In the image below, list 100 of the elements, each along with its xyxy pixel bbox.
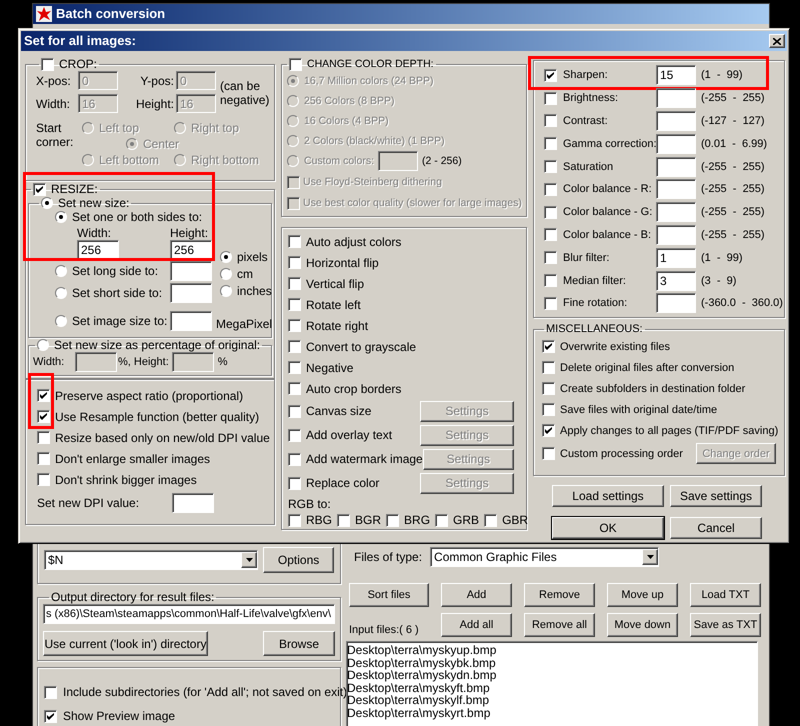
checkbox[interactable] (37, 452, 50, 465)
checkbox[interactable] (542, 403, 555, 416)
input-field[interactable]: 3 (656, 270, 696, 291)
checkbox[interactable] (544, 160, 557, 174)
checkbox[interactable] (544, 251, 557, 264)
input-field[interactable] (656, 202, 696, 222)
input-field[interactable] (172, 352, 214, 372)
file-list-item[interactable]: Desktop\terra\myskybk.bmp (347, 656, 757, 669)
input-field[interactable] (656, 156, 696, 177)
checkbox[interactable] (287, 196, 300, 210)
checkbox[interactable] (289, 58, 302, 70)
checkbox[interactable] (484, 514, 498, 526)
checkbox[interactable] (37, 473, 50, 486)
dialog-button[interactable]: Load settings (552, 485, 664, 507)
checkbox[interactable] (37, 431, 50, 444)
input-field[interactable] (170, 310, 212, 331)
checkbox[interactable] (435, 514, 448, 526)
file-button[interactable]: Add all (441, 613, 512, 637)
radio-button[interactable] (82, 154, 94, 166)
input-field[interactable] (656, 179, 696, 200)
checkbox[interactable] (288, 361, 301, 374)
input-field[interactable]: 256 (77, 240, 119, 260)
file-type-dropdown[interactable]: Common Graphic Files (430, 547, 660, 567)
file-list-item[interactable]: Desktop\terra\myskydn.bmp (347, 669, 757, 682)
file-button[interactable]: Remove all (524, 613, 595, 637)
radio-button[interactable] (287, 75, 299, 87)
checkbox[interactable] (288, 382, 301, 395)
file-button[interactable]: Load TXT (690, 583, 761, 607)
radio-button[interactable] (55, 265, 67, 278)
file-list-item[interactable]: Desktop\terra\myskylf.bmp (347, 694, 757, 706)
checkbox[interactable] (288, 256, 301, 269)
radio-button[interactable] (174, 154, 186, 166)
checkbox[interactable] (288, 428, 301, 442)
radio-button[interactable] (220, 268, 232, 280)
input-field[interactable] (172, 493, 214, 513)
radio-button[interactable] (287, 115, 299, 127)
checkbox[interactable] (544, 206, 557, 219)
input-field[interactable] (170, 282, 212, 303)
radio-button[interactable] (287, 155, 299, 167)
input-field[interactable] (656, 110, 696, 131)
checkbox[interactable] (544, 182, 557, 196)
dialog-button[interactable]: Cancel (670, 517, 762, 539)
checkbox[interactable] (288, 404, 301, 418)
dialog-button[interactable]: OK (552, 517, 664, 539)
checkbox[interactable] (386, 514, 400, 526)
checkbox[interactable] (41, 58, 54, 70)
checkbox[interactable] (544, 137, 557, 150)
radio-button[interactable] (37, 339, 49, 351)
checkbox[interactable] (542, 340, 555, 353)
radio-button[interactable] (41, 197, 53, 209)
file-button[interactable]: Remove (524, 583, 595, 607)
input-field[interactable]: 15 (656, 65, 696, 86)
checkbox[interactable] (288, 340, 301, 353)
checkbox[interactable] (288, 319, 301, 332)
checkbox[interactable] (288, 476, 301, 490)
checkbox[interactable] (33, 182, 46, 196)
file-list-item[interactable]: Desktop\terra\myskyup.bmp (347, 644, 757, 656)
radio-button[interactable] (55, 314, 67, 327)
browse-button[interactable]: Browse (263, 631, 335, 656)
input-field[interactable] (656, 293, 696, 314)
checkbox[interactable] (288, 277, 301, 290)
file-button[interactable]: Add (441, 583, 512, 607)
file-button[interactable]: Sort files (349, 583, 429, 607)
file-button[interactable]: Save as TXT (690, 613, 761, 637)
checkbox[interactable] (44, 710, 57, 722)
checkbox[interactable] (544, 68, 557, 82)
input-field[interactable]: 256 (170, 240, 212, 260)
checkbox[interactable] (542, 447, 555, 460)
checkbox[interactable] (544, 114, 557, 128)
input-field[interactable] (170, 261, 212, 282)
checkbox[interactable] (544, 92, 557, 105)
checkbox[interactable] (288, 235, 301, 248)
input-field[interactable]: 1 (656, 248, 696, 268)
radio-button[interactable] (126, 138, 138, 150)
checkbox[interactable] (544, 228, 557, 242)
radio-button[interactable] (287, 95, 299, 107)
radio-button[interactable] (82, 122, 94, 134)
radio-button[interactable] (55, 286, 67, 299)
checkbox[interactable] (542, 361, 555, 374)
checkbox[interactable] (337, 514, 350, 526)
checkbox[interactable] (287, 176, 300, 188)
checkbox[interactable] (544, 296, 557, 310)
radio-button[interactable] (220, 285, 232, 297)
name-pattern-dropdown[interactable]: $N (44, 550, 258, 570)
input-field[interactable] (75, 352, 117, 372)
input-field[interactable] (656, 134, 696, 154)
radio-button[interactable] (55, 211, 67, 223)
dialog-button[interactable]: Save settings (670, 485, 762, 507)
radio-button[interactable] (287, 135, 299, 147)
checkbox[interactable] (542, 424, 555, 437)
use-current-directory-button[interactable]: Use current ('look in') directory (43, 631, 208, 656)
checkbox[interactable] (288, 514, 301, 526)
radio-button[interactable] (174, 122, 186, 134)
input-files-list[interactable]: Desktop\terra\myskyup.bmp Desktop\terra\myskybk.bmp Desktop\terra\myskydn.bmp Desktop\terra\myskyft.bmp Desktop\terra\myskylf.bmp Desktop\terra\myskyrt.bmp (346, 641, 758, 726)
options-button[interactable]: Options (263, 547, 334, 573)
checkbox[interactable] (288, 452, 301, 466)
file-button[interactable]: Move down (607, 613, 678, 637)
checkbox[interactable] (37, 410, 50, 423)
file-list-item[interactable]: Desktop\terra\myskyrt.bmp (347, 706, 757, 719)
checkbox[interactable] (37, 389, 50, 402)
